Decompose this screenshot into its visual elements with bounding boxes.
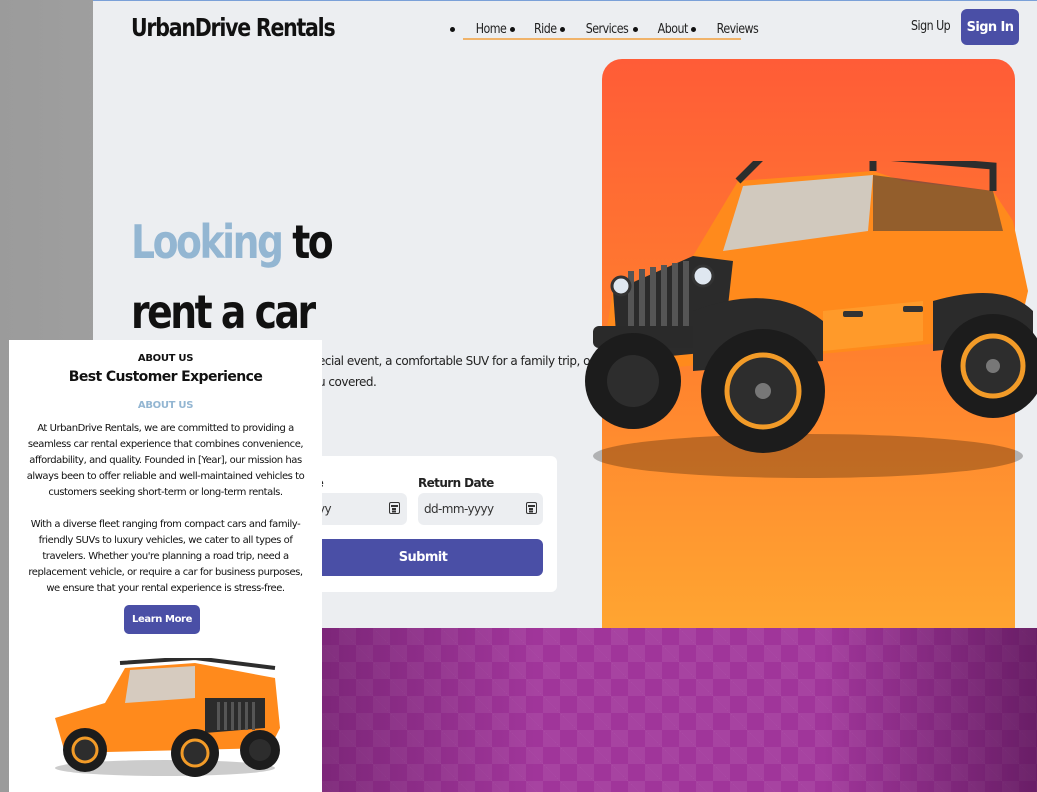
about-subheading: ABOUT US [137,400,194,411]
about-paragraph-2: With a diverse fleet ranging from compac… [28,519,303,594]
nav-bullet [632,26,638,32]
nav-ride[interactable]: Ride [534,22,557,37]
hero-title-line1: Looking to [131,215,334,269]
nav-services[interactable]: Services [585,22,628,37]
hero-title-word: to [292,215,333,269]
main-nav: Home Ride Services About Reviews [449,19,762,39]
jeep-image-small [55,658,280,777]
about-card: ABOUT US Best Customer Experience ABOUT … [9,340,322,792]
sign-in-button[interactable]: Sign In [961,9,1019,45]
wheel-front [701,329,825,453]
about-paragraph-1: At UrbanDrive Rentals, we are committed … [26,423,305,498]
purple-pattern-band [322,628,1037,792]
nav-about[interactable]: About [657,22,688,37]
nav-bullet [559,26,565,32]
nav-bullet [450,26,455,32]
booking-form: ate yyyy Return Date dd-mm-yyyy Submit [303,456,557,592]
return-date-input[interactable]: dd-mm-yyyy [418,493,543,525]
nav-bullet [690,26,696,32]
brand-logo[interactable]: UrbanDrive Rentals [131,13,336,42]
sign-up-link[interactable]: Sign Up [911,19,951,34]
calendar-icon[interactable] [389,502,400,514]
nav-reviews[interactable]: Reviews [717,22,759,37]
about-kicker: ABOUT US [137,353,194,364]
nav-bullet [510,26,515,32]
nav-home[interactable]: Home [476,22,507,37]
learn-more-button[interactable]: Learn More [124,605,200,634]
wheel-front-left [585,333,681,429]
about-title: Best Customer Experience [68,369,263,385]
hero-title-line2: rent a car [131,285,316,339]
hero-accent-word: Looking [131,215,284,269]
submit-button[interactable]: Submit [303,539,543,576]
return-date-label: Return Date [418,476,494,490]
jeep-image-large [585,161,1037,478]
calendar-icon[interactable] [526,502,537,514]
